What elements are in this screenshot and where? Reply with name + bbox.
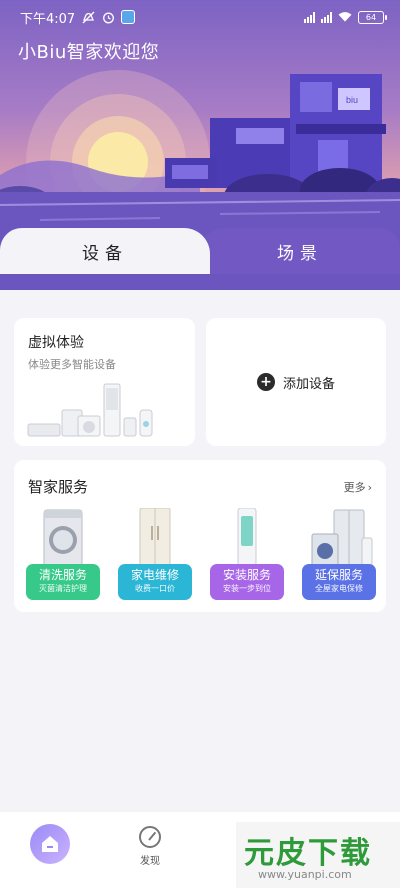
service-label-bg: 安装服务 安装一步到位	[210, 564, 284, 600]
tab-devices[interactable]: 设备	[0, 228, 210, 274]
status-time: 下午4:07	[20, 11, 76, 27]
air-conditioner-icon	[237, 508, 257, 566]
mute-icon	[81, 10, 95, 24]
watermark-logo: 元皮下载	[244, 836, 372, 871]
home-icon	[42, 836, 58, 852]
service-label-bg: 延保服务 全屋家电保修	[302, 564, 376, 600]
nav-home[interactable]	[30, 824, 70, 864]
service-desc: 灭菌清洁护理	[39, 584, 87, 593]
service-name: 延保服务	[314, 568, 363, 582]
washing-machine-icon	[43, 509, 83, 566]
services-title: 智家服务	[28, 478, 89, 496]
add-device-label: 添加设备	[282, 376, 335, 392]
services-more-link[interactable]: 更多 ›	[344, 479, 372, 495]
virtual-card-subtitle: 体验更多智能设备	[28, 358, 116, 371]
service-label-bg: 清洗服务 灭菌清洁护理	[26, 564, 100, 600]
service-desc: 安装一步到位	[223, 584, 271, 593]
appliances-illustration	[27, 383, 153, 437]
virtual-card-title: 虚拟体验	[28, 335, 84, 351]
service-desc: 全屋家电保修	[315, 584, 363, 593]
service-name: 家电维修	[130, 568, 179, 582]
service-desc: 收费一口价	[135, 584, 175, 593]
service-installation[interactable]: 安装服务 安装一步到位	[210, 508, 284, 604]
nav-discover[interactable]: 发现	[130, 826, 170, 867]
alarm-icon	[101, 10, 115, 24]
service-name: 安装服务	[222, 568, 271, 582]
svg-text:biu: biu	[346, 95, 358, 105]
greeting-text: 小Biu智家欢迎您	[18, 42, 160, 63]
refrigerator-icon	[139, 508, 171, 566]
add-device-card[interactable]: + 添加设备	[206, 318, 386, 446]
service-cleaning[interactable]: 清洗服务 灭菌清洁护理	[26, 508, 100, 604]
service-extended-warranty[interactable]: 延保服务 全屋家电保修	[302, 508, 376, 604]
watermark-url: www.yuanpi.com	[258, 868, 352, 881]
tab-bar: 场景 设备	[0, 228, 400, 274]
chevron-right-icon: ›	[367, 480, 372, 494]
compass-icon	[139, 826, 161, 848]
services-list: 清洗服务 灭菌清洁护理 家电维修 收费一口价 安装服务 安装一步到位 延保服务 …	[26, 508, 376, 604]
wifi-icon	[338, 10, 352, 24]
service-repair[interactable]: 家电维修 收费一口价	[118, 508, 192, 604]
signal-icon	[304, 11, 315, 23]
smart-home-services-card: 智家服务 更多 › 清洗服务 灭菌清洁护理 家电维修 收费一口价 安装服务 安装…	[14, 460, 386, 612]
service-name: 清洗服务	[38, 568, 87, 582]
nav-discover-label: 发现	[140, 856, 160, 867]
battery-icon: 64	[358, 10, 387, 24]
app-icon	[121, 10, 136, 24]
status-bar: 下午4:07 64	[0, 0, 400, 34]
services-more-label: 更多	[343, 481, 366, 494]
signal-icon-2	[321, 11, 332, 23]
watermark: 元皮下载 www.yuanpi.com	[236, 822, 400, 888]
service-label-bg: 家电维修 收费一口价	[118, 564, 192, 600]
appliances-icon	[311, 509, 373, 566]
tab-scenes[interactable]: 场景	[200, 228, 400, 274]
plus-icon: +	[256, 373, 275, 391]
virtual-experience-card[interactable]: 虚拟体验 体验更多智能设备	[14, 318, 195, 446]
